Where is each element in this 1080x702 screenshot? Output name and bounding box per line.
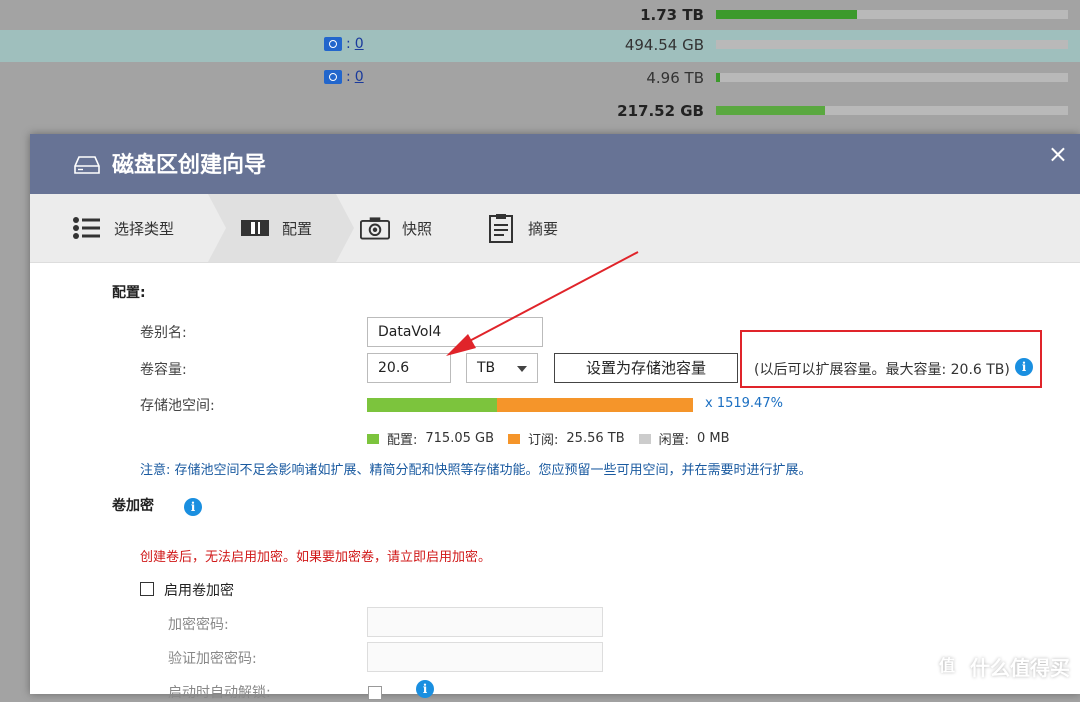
snapshot-icon: [324, 37, 342, 51]
usage-bar: [716, 106, 1068, 115]
row-size: 4.96 TB: [646, 69, 704, 87]
annotation-arrow: [446, 251, 639, 356]
row-size: 217.52 GB: [617, 102, 704, 120]
row-size: 494.54 GB: [624, 36, 704, 54]
snapshot-link[interactable]: : 0: [324, 36, 364, 52]
usage-bar: [716, 73, 1068, 82]
row-size: 1.73 TB: [640, 6, 704, 24]
usage-bar: [716, 10, 1068, 19]
storage-row-4: 217.52 GB: [0, 96, 1080, 128]
volume-wizard-dialog: 磁盘区创建向导 × 选择类型 配置 快照 摘要 配置: 卷别名: DataVol…: [30, 134, 1080, 701]
snapshot-count-link[interactable]: 0: [355, 36, 364, 52]
watermark: 值 什么值得买: [932, 651, 1070, 681]
usage-bar: [716, 40, 1068, 49]
snapshot-count-link[interactable]: 0: [355, 69, 364, 85]
snapshot-link[interactable]: : 0: [324, 69, 364, 85]
storage-row-2[interactable]: : 0 494.54 GB: [0, 30, 1080, 62]
storage-row-3[interactable]: : 0 4.96 TB: [0, 63, 1080, 95]
snapshot-icon: [324, 70, 342, 84]
storage-row-1: 1.73 TB: [0, 0, 1080, 32]
